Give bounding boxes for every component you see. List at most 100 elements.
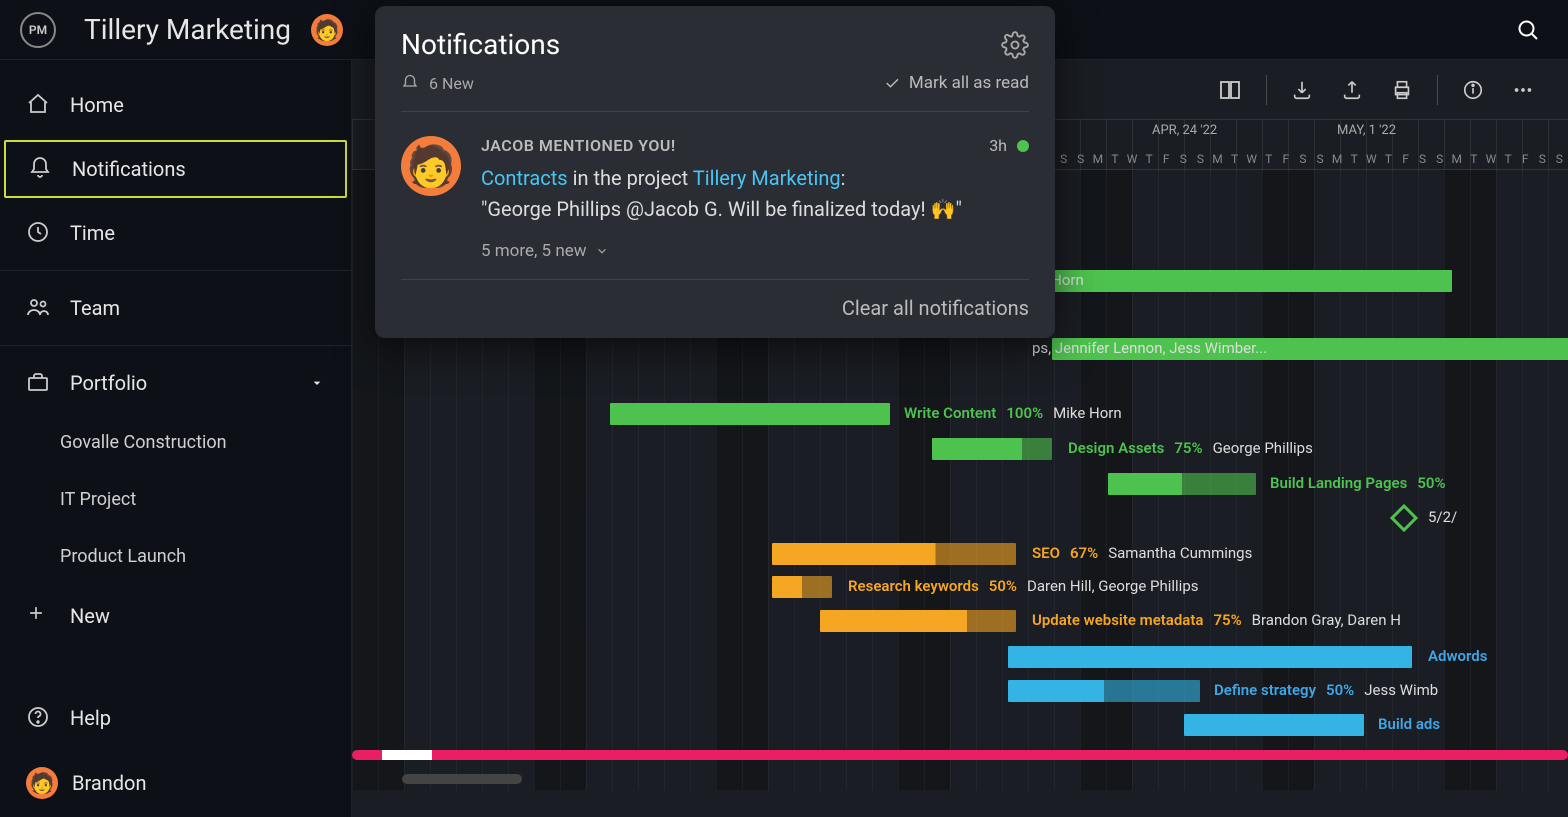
gantt-day-label: T bbox=[1141, 152, 1158, 166]
timeline-marker bbox=[352, 750, 1568, 760]
sidebar-sub-label: Product Launch bbox=[60, 546, 186, 567]
sidebar-label: New bbox=[70, 604, 110, 628]
gantt-bar-label: Define strategy50%Jess Wimb bbox=[1214, 681, 1438, 699]
gantt-bar[interactable] bbox=[820, 610, 1016, 632]
sidebar-user-name: Brandon bbox=[72, 771, 147, 795]
print-icon[interactable] bbox=[1387, 75, 1417, 105]
gantt-bar[interactable] bbox=[1022, 270, 1452, 292]
gantt-day-label: F bbox=[1397, 152, 1414, 166]
unread-dot-icon bbox=[1017, 140, 1029, 152]
gantt-day-label: S bbox=[1312, 152, 1329, 166]
notification-quote: "George Phillips @Jacob G. Will be final… bbox=[481, 197, 962, 221]
gantt-day-label: S bbox=[1175, 152, 1192, 166]
milestone-icon[interactable] bbox=[1390, 504, 1418, 532]
gantt-bar[interactable] bbox=[1184, 714, 1364, 736]
sidebar-item-portfolio[interactable]: Portfolio bbox=[0, 352, 351, 414]
notifications-title: Notifications bbox=[401, 28, 560, 61]
notification-avatar: 🧑 bbox=[401, 136, 461, 196]
sidebar-item-new[interactable]: New bbox=[0, 585, 351, 647]
gantt-day-label: S bbox=[1072, 152, 1089, 166]
gantt-day-label: W bbox=[1243, 152, 1260, 166]
gantt-month-label: APR, 24 '22 bbox=[1152, 123, 1217, 138]
notification-link-contracts[interactable]: Contracts bbox=[481, 166, 568, 190]
sidebar-label: Home bbox=[70, 93, 124, 117]
gantt-bar-label: Build ads bbox=[1378, 715, 1440, 733]
sidebar-item-time[interactable]: Time bbox=[0, 202, 351, 264]
gantt-bar[interactable] bbox=[610, 403, 890, 425]
gantt-overflow-label: Creative bbox=[1422, 339, 1478, 357]
sidebar-user[interactable]: 🧑 Brandon bbox=[0, 749, 351, 817]
sidebar-label: Notifications bbox=[72, 157, 186, 181]
gantt-bar[interactable] bbox=[1008, 646, 1412, 668]
gantt-day-label: M bbox=[1329, 152, 1346, 166]
sidebar-item-home[interactable]: Home bbox=[0, 74, 351, 136]
gantt-day-label: S bbox=[1294, 152, 1311, 166]
sidebar-sub-label: IT Project bbox=[60, 489, 136, 510]
search-icon[interactable] bbox=[1508, 10, 1548, 50]
toolbar-view-icon[interactable] bbox=[1214, 74, 1246, 106]
gantt-day-label: T bbox=[1500, 152, 1517, 166]
sidebar-item-notifications[interactable]: Notifications bbox=[4, 140, 347, 198]
user-avatar-icon: 🧑 bbox=[26, 767, 58, 799]
sidebar-item-productlaunch[interactable]: Product Launch bbox=[0, 528, 351, 585]
gantt-day-label: T bbox=[1380, 152, 1397, 166]
gantt-bar-label: ps, Jennifer Lennon, Jess Wimber... bbox=[1032, 339, 1267, 357]
sidebar-item-team[interactable]: Team bbox=[0, 277, 351, 339]
gantt-bar[interactable] bbox=[772, 576, 832, 598]
header-avatar[interactable]: 🧑 bbox=[311, 14, 343, 46]
milestone-date: 5/2/ bbox=[1428, 508, 1457, 526]
gear-icon[interactable] bbox=[1001, 31, 1029, 59]
gantt-day-label: T bbox=[1226, 152, 1243, 166]
gantt-day-label: S bbox=[1431, 152, 1448, 166]
gantt-day-label: T bbox=[1346, 152, 1363, 166]
gantt-bar[interactable] bbox=[932, 438, 1052, 460]
gantt-day-label: S bbox=[1551, 152, 1568, 166]
app-logo[interactable]: PM bbox=[20, 12, 56, 48]
sidebar-label: Portfolio bbox=[70, 371, 147, 395]
sidebar-label: Time bbox=[70, 221, 115, 245]
sidebar-item-itproject[interactable]: IT Project bbox=[0, 471, 351, 528]
upload-icon[interactable] bbox=[1337, 75, 1367, 105]
gantt-day-label: W bbox=[1482, 152, 1499, 166]
notification-more-button[interactable]: 5 more, 5 new bbox=[481, 241, 1029, 261]
gantt-bar[interactable] bbox=[772, 543, 1016, 565]
horizontal-scrollbar[interactable] bbox=[402, 774, 522, 784]
gantt-day-label: S bbox=[1192, 152, 1209, 166]
mark-all-read-button[interactable]: Mark all as read bbox=[883, 73, 1029, 93]
project-title: Tillery Marketing bbox=[84, 13, 291, 46]
gantt-day-label: T bbox=[1260, 152, 1277, 166]
notification-item[interactable]: 🧑 JACOB MENTIONED YOU! 3h Contracts in t… bbox=[401, 112, 1029, 280]
check-icon bbox=[883, 74, 901, 92]
gantt-day-label: S bbox=[1055, 152, 1072, 166]
gantt-day-label: F bbox=[1517, 152, 1534, 166]
download-icon[interactable] bbox=[1287, 75, 1317, 105]
sidebar-label: Team bbox=[70, 296, 120, 320]
more-icon[interactable] bbox=[1508, 75, 1538, 105]
gantt-bar-label: Research keywords50%Daren Hill, George P… bbox=[848, 577, 1198, 595]
notification-link-project[interactable]: Tillery Marketing bbox=[693, 166, 841, 190]
gantt-day-label: S bbox=[1414, 152, 1431, 166]
clock-icon bbox=[26, 220, 52, 246]
team-icon bbox=[26, 295, 52, 321]
notification-text: Contracts in the project Tillery Marketi… bbox=[481, 163, 1029, 225]
gantt-day-label: T bbox=[1106, 152, 1123, 166]
gantt-bar-label: Adwords bbox=[1428, 647, 1487, 665]
gantt-bar-label: Write Content100%Mike Horn bbox=[904, 404, 1122, 422]
gantt-bar[interactable] bbox=[1108, 473, 1256, 495]
gantt-day-label: F bbox=[1158, 152, 1175, 166]
gantt-bar-label: SEO67%Samantha Cummings bbox=[1032, 544, 1252, 562]
sidebar-item-help[interactable]: Help bbox=[0, 687, 351, 749]
gantt-month-label: MAY, 1 '22 bbox=[1337, 123, 1396, 138]
plus-icon bbox=[26, 603, 52, 629]
home-icon bbox=[26, 92, 52, 118]
notifications-panel: Notifications 6 New Mark all as read 🧑 J… bbox=[375, 6, 1055, 338]
gantt-day-label: M bbox=[1089, 152, 1106, 166]
clear-all-notifications-button[interactable]: Clear all notifications bbox=[842, 296, 1029, 320]
sidebar-item-govalle[interactable]: Govalle Construction bbox=[0, 414, 351, 471]
gantt-bar[interactable] bbox=[1008, 680, 1200, 702]
chevron-down-icon bbox=[309, 375, 325, 391]
mark-all-label: Mark all as read bbox=[909, 73, 1029, 93]
info-icon[interactable] bbox=[1458, 75, 1488, 105]
notification-more-label: 5 more, 5 new bbox=[481, 241, 587, 261]
sidebar: Home Notifications Time Team Portfolio G… bbox=[0, 60, 352, 817]
